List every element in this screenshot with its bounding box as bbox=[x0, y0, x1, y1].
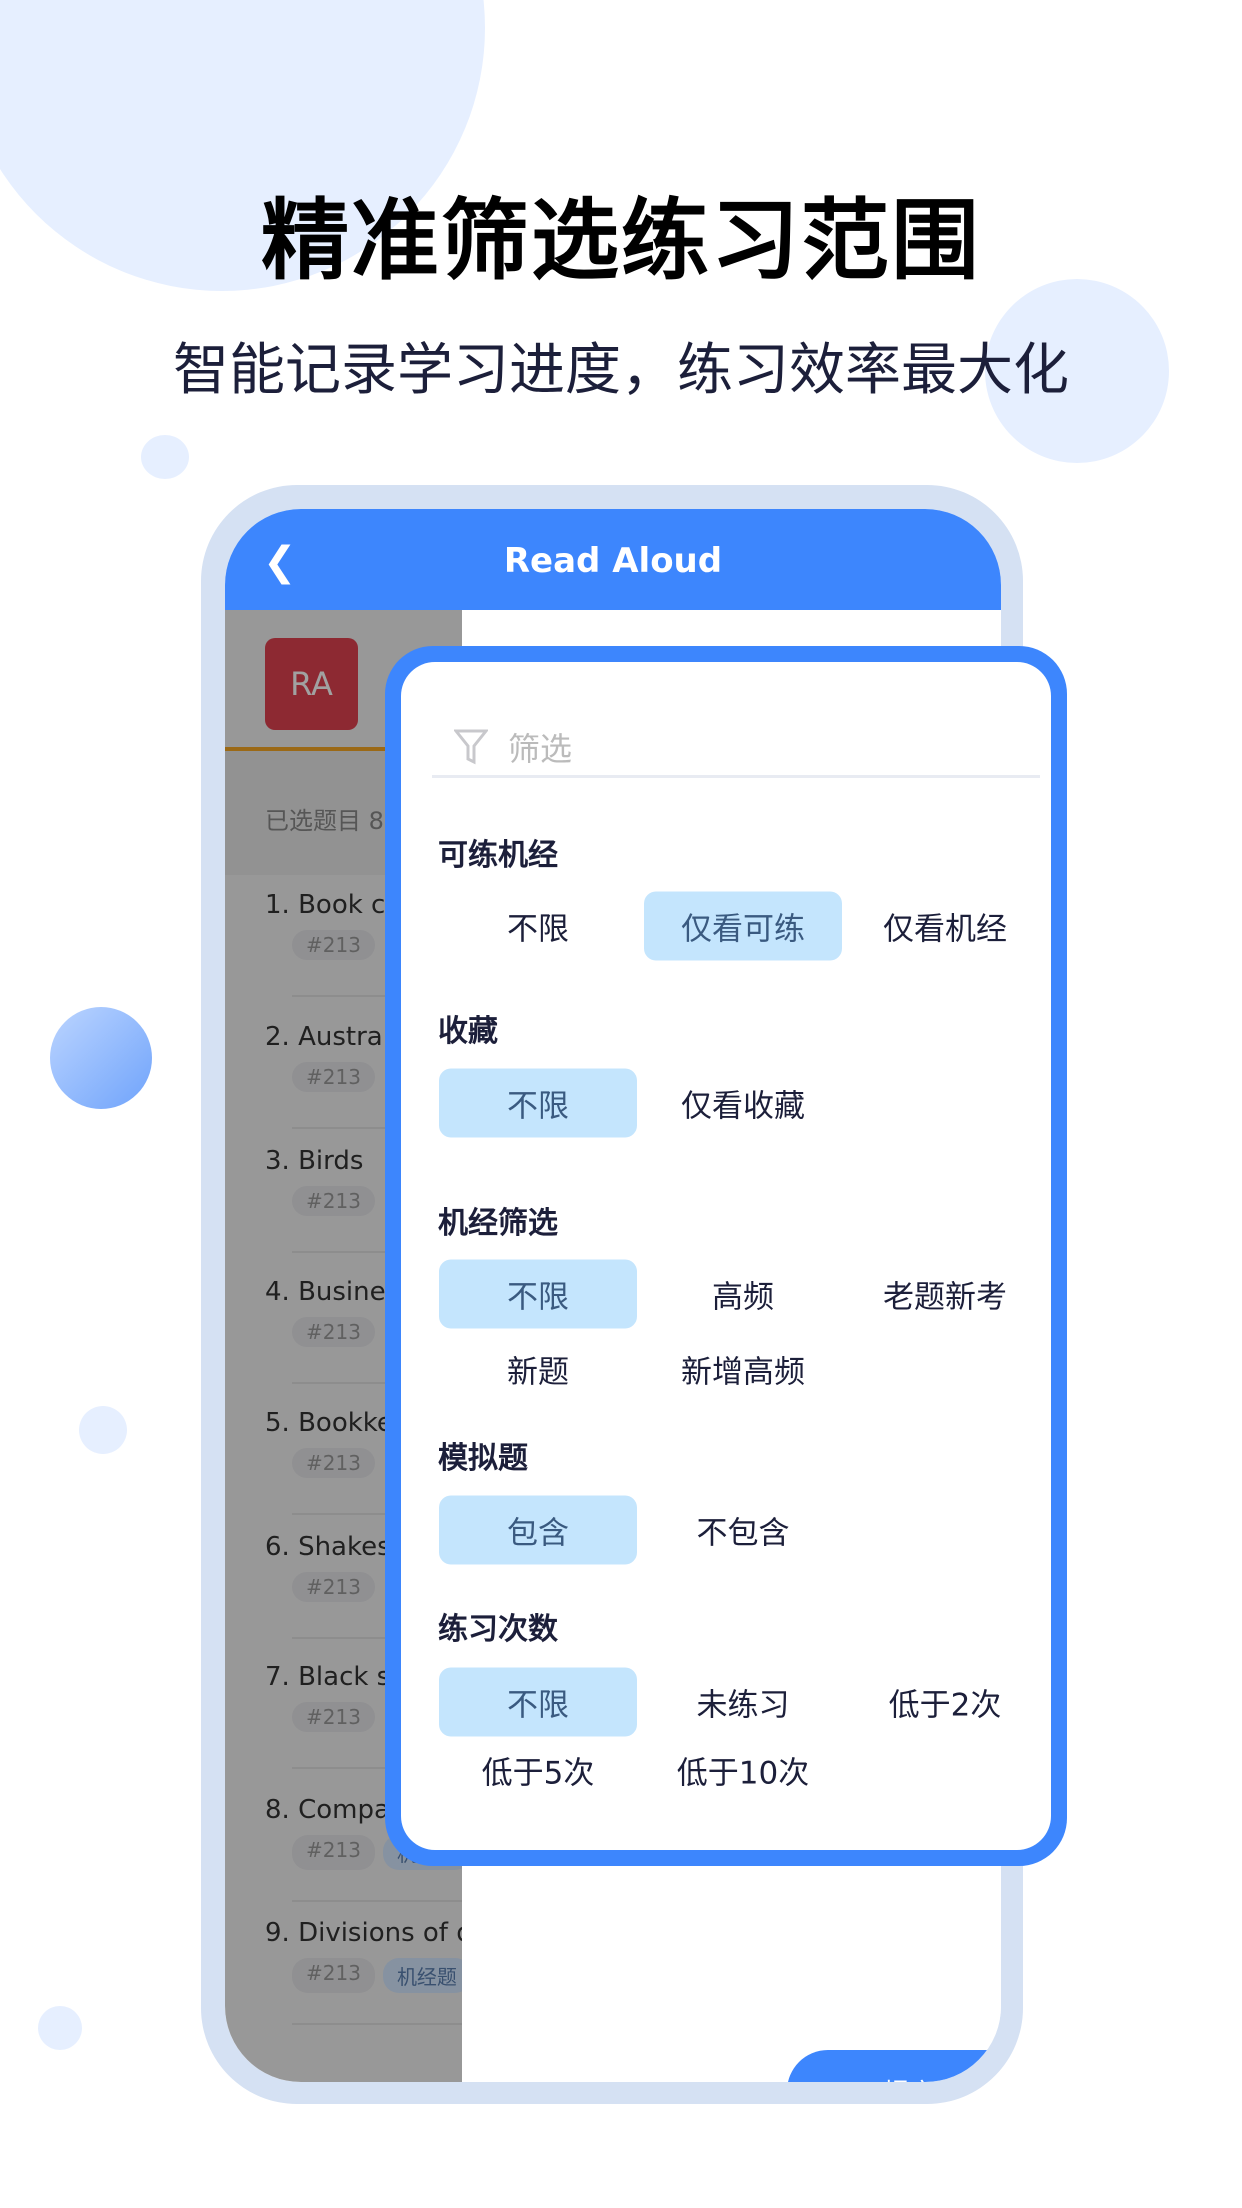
filter-option[interactable]: 新题 bbox=[439, 1335, 637, 1404]
filter-option[interactable]: 不限 bbox=[439, 1667, 637, 1737]
filter-section-title: 模拟题 bbox=[438, 1441, 528, 1476]
hero-subtitle: 智能记录学习进度，练习效率最大化 bbox=[173, 338, 1069, 403]
filter-option[interactable]: 低于2次 bbox=[846, 1668, 1044, 1737]
filter-header: 筛选 bbox=[454, 724, 572, 770]
filter-section-title: 可练机经 bbox=[438, 838, 558, 873]
filter-option[interactable]: 仅看可练 bbox=[644, 891, 842, 961]
filter-title: 筛选 bbox=[508, 730, 573, 768]
filter-section-title: 机经筛选 bbox=[438, 1206, 558, 1241]
page-title: Read Aloud bbox=[503, 541, 723, 581]
decor-circle bbox=[141, 435, 189, 479]
filter-option[interactable]: 新增高频 bbox=[644, 1335, 842, 1404]
filter-option[interactable]: 包含 bbox=[439, 1495, 637, 1565]
filter-option[interactable]: 低于5次 bbox=[439, 1736, 637, 1805]
submit-button[interactable]: 提交 (1088题) bbox=[787, 2050, 1001, 2082]
filter-option[interactable]: 未练习 bbox=[644, 1668, 842, 1737]
hero-title: 精准筛选练习范围 bbox=[260, 189, 981, 292]
filter-option[interactable]: 高频 bbox=[644, 1260, 842, 1329]
decor-circle bbox=[50, 1007, 152, 1109]
filter-option[interactable]: 老题新考 bbox=[846, 1260, 1044, 1329]
filter-popup: 筛选 可练机经 不限 仅看可练 仅看机经 收藏 不限 仅看收藏 机经筛选 不限 高频 老题新考 新题新… bbox=[385, 646, 1067, 1866]
filter-section-title: 练习次数 bbox=[438, 1612, 558, 1647]
divider bbox=[432, 775, 1040, 778]
decor-circle bbox=[38, 2006, 82, 2050]
filter-option[interactable]: 不限 bbox=[439, 1068, 637, 1138]
filter-section-title: 收藏 bbox=[438, 1014, 498, 1049]
filter-option[interactable]: 不限 bbox=[439, 892, 637, 961]
filter-option[interactable]: 不限 bbox=[439, 1259, 637, 1329]
app-header: ❮ Read Aloud bbox=[225, 509, 1001, 610]
filter-option[interactable]: 低于10次 bbox=[644, 1736, 842, 1805]
filter-option[interactable]: 仅看机经 bbox=[846, 892, 1044, 961]
filter-option[interactable]: 不包含 bbox=[644, 1496, 842, 1565]
decor-circle bbox=[79, 1406, 127, 1454]
filter-icon bbox=[454, 729, 488, 765]
filter-option[interactable]: 仅看收藏 bbox=[644, 1069, 842, 1138]
